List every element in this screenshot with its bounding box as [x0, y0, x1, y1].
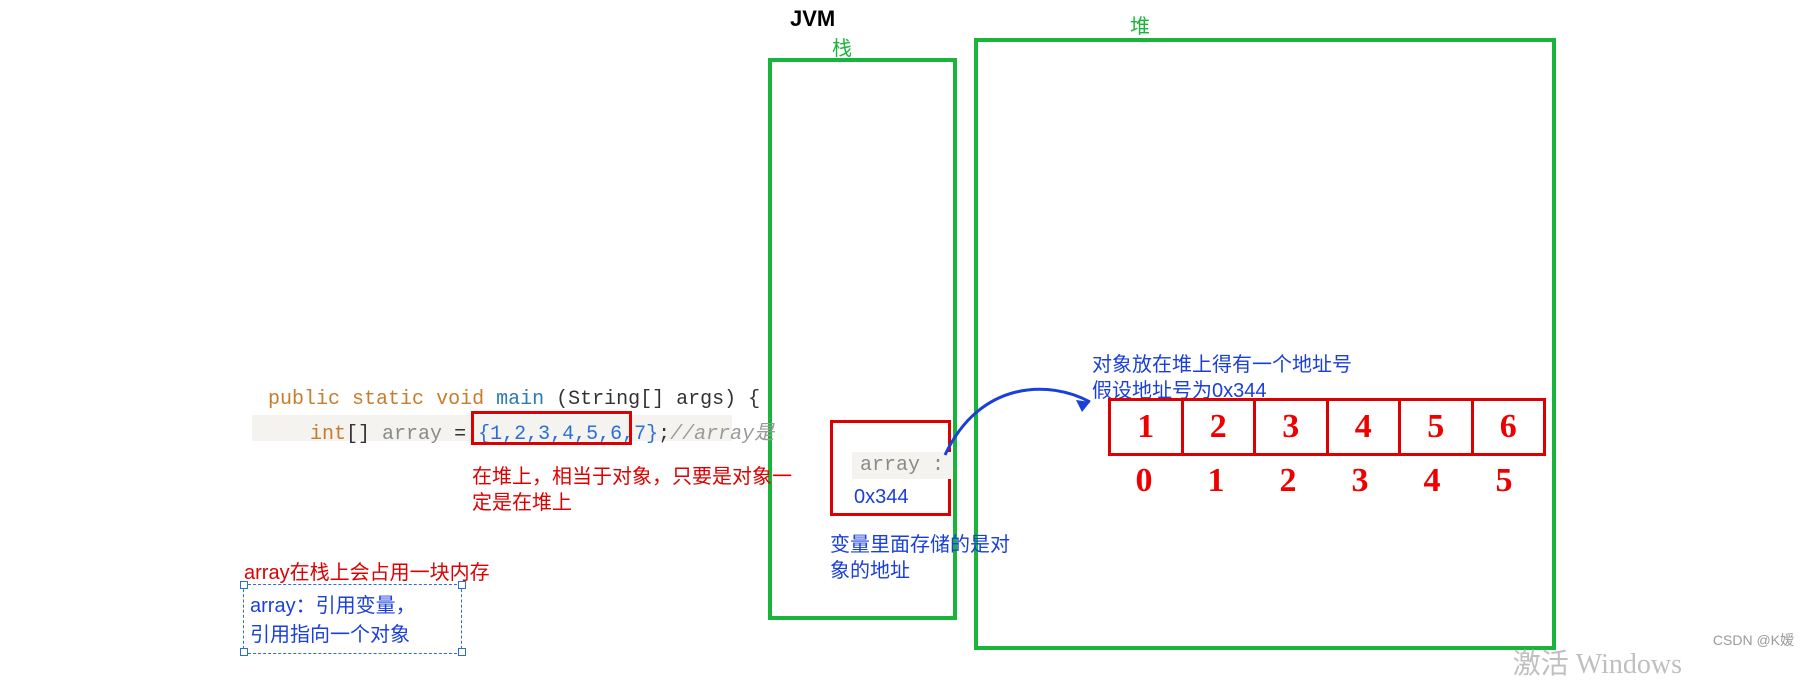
- heap-label: 堆: [1130, 10, 1150, 39]
- heap-note-2: 定是在堆上: [472, 486, 572, 515]
- handle: [458, 581, 466, 589]
- idx-4: 4: [1424, 462, 1441, 499]
- params: (String[] args) {: [556, 388, 760, 411]
- cell-1: 2: [1210, 408, 1227, 446]
- cell-3: 4: [1355, 408, 1372, 446]
- idx-2: 2: [1280, 462, 1297, 499]
- idx-0: 0: [1136, 462, 1153, 499]
- csdn-watermark: CSDN @K嫒: [1713, 630, 1794, 650]
- ref-note-2: 引用指向一个对象: [250, 618, 455, 647]
- idx-5: 5: [1496, 462, 1513, 499]
- arrow-stack-to-heap: [940, 370, 1110, 480]
- handle: [458, 648, 466, 656]
- reference-dashed-box: array：引用变量， 引用指向一个对象: [243, 584, 462, 654]
- brackets: []: [346, 423, 370, 446]
- handle: [240, 581, 248, 589]
- kw-public: public: [268, 388, 340, 411]
- cell-5: 6: [1500, 408, 1517, 446]
- cell-4: 5: [1427, 408, 1444, 446]
- heap-obj-note-1: 对象放在堆上得有一个地址号: [1092, 348, 1352, 377]
- stack-store-1: 变量里面存储的是对: [830, 528, 1010, 557]
- jvm-label: JVM: [790, 6, 835, 32]
- stack-store-2: 象的地址: [830, 554, 910, 583]
- heap-array-row: 1 2 3 4 5 6: [1108, 398, 1546, 456]
- stack-var-addr: 0x344: [854, 486, 909, 509]
- semi: ;: [658, 423, 670, 446]
- stack-usage-note: array在栈上会占用一块内存: [244, 556, 490, 585]
- heap-region: [974, 38, 1556, 650]
- type-int: int: [310, 423, 346, 446]
- cell-0: 1: [1137, 408, 1154, 446]
- ref-note-1: array：引用变量，: [250, 589, 455, 618]
- heap-note-1: 在堆上，相当于对象，只要是对象一: [472, 460, 792, 489]
- stack-label: 栈: [832, 32, 852, 61]
- cell-2: 3: [1282, 408, 1299, 446]
- idx-1: 1: [1208, 462, 1225, 499]
- handle: [240, 648, 248, 656]
- idx-3: 3: [1352, 462, 1369, 499]
- code-line-1: public static void main (String[] args) …: [268, 388, 760, 411]
- kw-static: static: [352, 388, 424, 411]
- literal-red-box: [471, 411, 632, 445]
- close-brace: }: [646, 423, 658, 446]
- kw-void: void: [436, 388, 484, 411]
- windows-watermark: 激活 Windows: [1513, 642, 1682, 682]
- method-main: main: [496, 388, 544, 411]
- var-array: array: [382, 423, 442, 446]
- comment: //array是: [670, 423, 774, 446]
- heap-index-row: 0 1 2 3 4 5: [1108, 462, 1540, 500]
- stack-var-name: array :: [852, 452, 952, 479]
